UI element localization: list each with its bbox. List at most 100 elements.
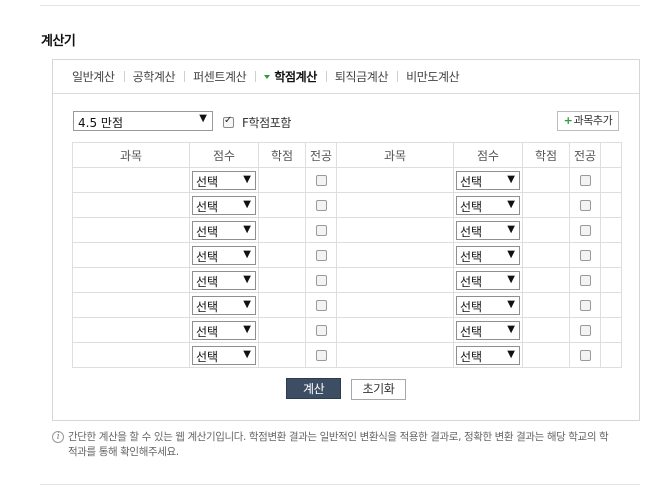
tab-percent[interactable]: 퍼센트계산 [184,68,255,85]
score-select[interactable]: 선택 ▼ [456,220,520,240]
credit-cell[interactable] [522,292,570,318]
course-name-cell[interactable] [336,242,454,268]
credit-cell[interactable] [258,292,306,318]
tab-label: 공학계산 [132,70,176,84]
top-divider [40,5,640,6]
calculate-button[interactable]: 계산 [286,378,342,399]
major-checkbox[interactable] [579,175,591,186]
major-cell [569,217,601,243]
major-checkbox[interactable] [315,325,327,336]
tab-severance[interactable]: 퇴직금계산 [325,68,397,85]
credit-cell[interactable] [522,342,570,368]
f-grade-label: F학점포함 [242,116,292,130]
major-checkbox[interactable] [315,250,327,261]
course-name-cell[interactable] [336,217,454,243]
f-grade-checkbox[interactable] [223,115,234,128]
add-course-button[interactable]: +과목추가 [557,111,619,131]
dropdown-arrow-icon: ▼ [507,223,515,235]
major-cell [305,292,337,318]
dropdown-arrow-icon: ▼ [507,348,515,360]
course-name-cell[interactable] [72,342,190,368]
major-cell [305,167,337,193]
course-name-cell[interactable] [72,292,190,318]
score-select[interactable]: 선택 ▼ [192,320,256,340]
credit-cell[interactable] [522,167,570,193]
credit-cell[interactable] [522,217,570,243]
course-name-cell[interactable] [72,192,190,218]
major-cell [305,342,337,368]
credit-cell[interactable] [258,242,306,268]
score-select[interactable]: 선택 ▼ [192,170,256,190]
course-name-cell[interactable] [72,217,190,243]
major-checkbox[interactable] [315,175,327,186]
score-select[interactable]: 선택 ▼ [456,245,520,265]
major-checkbox[interactable] [579,275,591,286]
tab-general[interactable]: 일반계산 [63,68,124,85]
score-select[interactable]: 선택 ▼ [456,270,520,290]
major-checkbox[interactable] [579,300,591,311]
credit-cell[interactable] [522,267,570,293]
score-select[interactable]: 선택 ▼ [192,195,256,215]
major-checkbox[interactable] [315,200,327,211]
score-select[interactable]: 선택 ▼ [456,295,520,315]
score-select-value: 선택 [460,174,483,189]
score-select[interactable]: 선택 ▼ [192,270,256,290]
major-cell [569,317,601,343]
score-cell: 선택 ▼ [189,342,259,368]
major-checkbox[interactable] [315,300,327,311]
credit-cell[interactable] [522,317,570,343]
credit-cell[interactable] [258,192,306,218]
course-name-cell[interactable] [336,292,454,318]
course-name-cell[interactable] [72,242,190,268]
course-name-cell[interactable] [336,317,454,343]
spacer-cell [600,242,622,268]
credit-cell[interactable] [258,217,306,243]
course-name-cell[interactable] [72,267,190,293]
score-select[interactable]: 선택 ▼ [192,295,256,315]
caret-down-icon [264,74,271,79]
credit-cell[interactable] [522,192,570,218]
score-select[interactable]: 선택 ▼ [456,320,520,340]
major-checkbox[interactable] [579,200,591,211]
tab-engineering[interactable]: 공학계산 [123,68,185,85]
score-select[interactable]: 선택 ▼ [192,220,256,240]
major-checkbox[interactable] [315,275,327,286]
major-checkbox[interactable] [315,225,327,236]
table-header-row: 과목 점수 학점 전공 과목 점수 학점 전공 [72,142,622,168]
major-checkbox[interactable] [579,325,591,336]
course-name-cell[interactable] [336,167,454,193]
course-name-cell[interactable] [72,167,190,193]
grade-scale-select[interactable]: 4.5 만점 ▼ [73,111,213,131]
score-cell: 선택 ▼ [189,242,259,268]
course-name-cell[interactable] [336,267,454,293]
score-select-value: 선택 [196,174,219,189]
f-grade-include-option[interactable]: F학점포함 [223,114,291,131]
credit-cell[interactable] [258,267,306,293]
table-row: 선택 ▼ 선택 ▼ [72,242,622,268]
dropdown-arrow-icon: ▼ [199,113,207,124]
course-name-cell[interactable] [72,317,190,343]
course-name-cell[interactable] [336,342,454,368]
credit-cell[interactable] [258,167,306,193]
score-select[interactable]: 선택 ▼ [456,345,520,365]
major-checkbox[interactable] [579,350,591,361]
score-select[interactable]: 선택 ▼ [456,170,520,190]
major-checkbox[interactable] [315,350,327,361]
credit-cell[interactable] [258,317,306,343]
spacer-cell [600,292,622,318]
score-select[interactable]: 선택 ▼ [192,245,256,265]
course-name-cell[interactable] [336,192,454,218]
score-cell: 선택 ▼ [189,267,259,293]
credit-cell[interactable] [258,342,306,368]
spacer-cell [600,167,622,193]
credit-cell[interactable] [522,242,570,268]
major-checkbox[interactable] [579,225,591,236]
score-select[interactable]: 선택 ▼ [192,345,256,365]
tab-grade[interactable]: 학점계산 [255,68,326,85]
reset-button[interactable]: 초기화 [350,379,406,400]
tab-bmi[interactable]: 비만도계산 [397,68,468,85]
major-checkbox[interactable] [579,250,591,261]
calculator-panel: 일반계산 공학계산 퍼센트계산 학점계산 퇴직금계산 비만도계산 4.5 만점 … [52,59,640,421]
score-select[interactable]: 선택 ▼ [456,195,520,215]
dropdown-arrow-icon: ▼ [243,348,251,360]
